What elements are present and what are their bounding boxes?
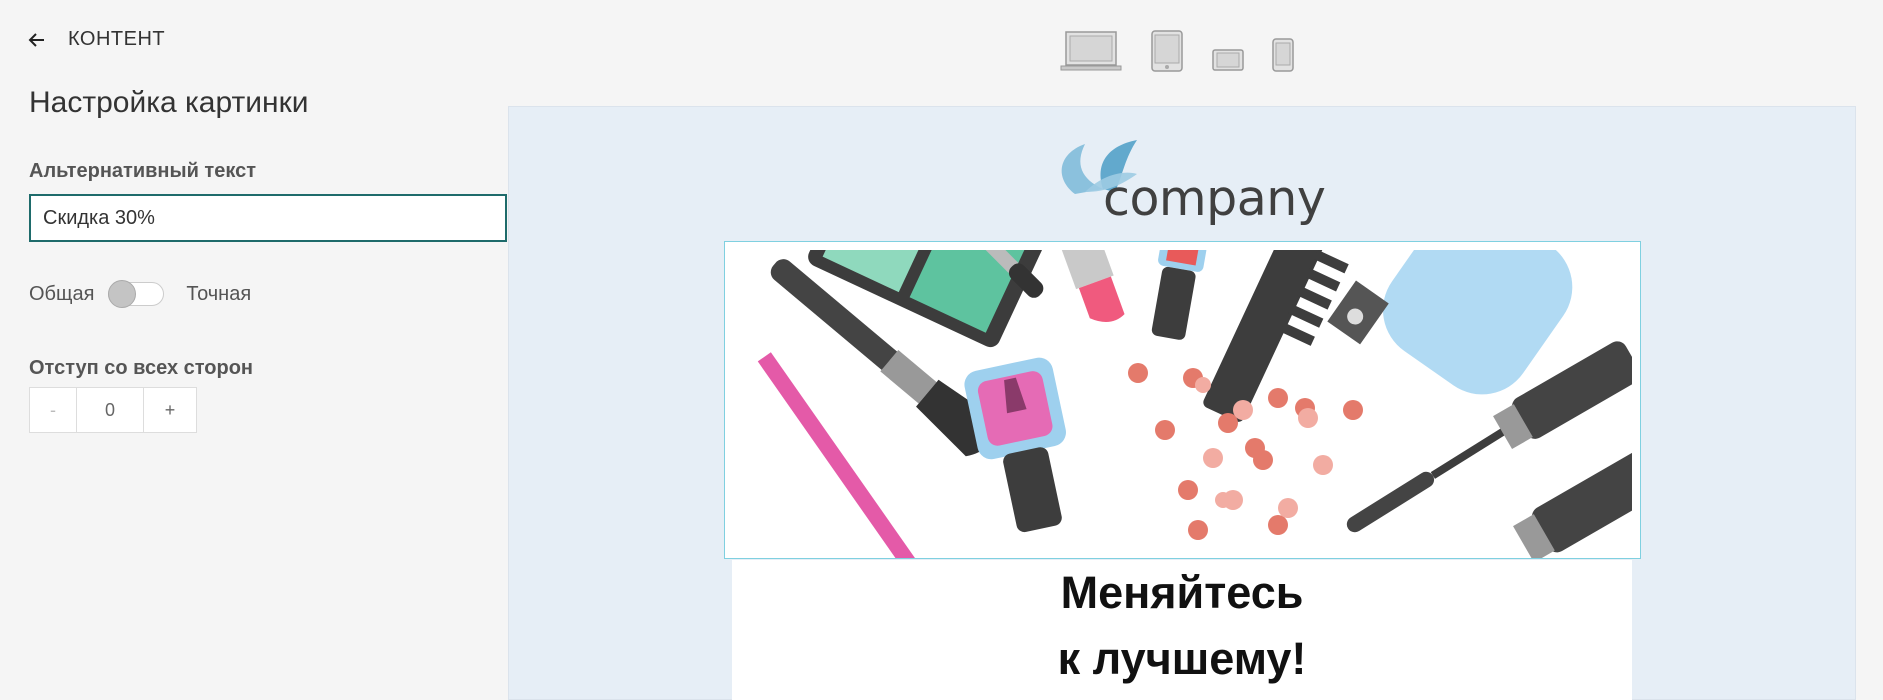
decrement-button[interactable]: - [30,388,77,432]
alt-text-input[interactable] [29,194,507,242]
alt-text-label: Альтернативный текст [29,160,257,182]
tablet-landscape-icon[interactable] [1212,48,1244,77]
toggle-label-general: Общая [29,282,95,305]
increment-button[interactable]: + [144,388,196,432]
padding-label: Отступ со всех сторон [29,357,254,379]
back-label: КОНТЕНТ [68,28,166,50]
tablet-icon[interactable] [1150,30,1184,77]
email-headline: Меняйтесь к лучшему! [732,560,1632,692]
arrow-left-icon [28,32,44,47]
phone-icon[interactable] [1272,38,1294,77]
padding-stepper: - 0 + [29,387,197,433]
padding-value[interactable]: 0 [77,388,144,432]
back-to-content-button[interactable]: КОНТЕНТ [28,28,165,51]
headline-line-1: Меняйтесь [1060,567,1304,618]
laptop-icon[interactable] [1060,30,1122,77]
settings-panel: КОНТЕНТ Настройка картинки Альтернативны… [0,0,507,700]
logo-text: company [1103,170,1326,227]
selected-image-block[interactable] [724,241,1641,559]
toggle-knob [108,280,137,308]
cosmetics-banner-image [733,250,1632,558]
panel-title: Настройка картинки [29,86,309,119]
device-switcher [1060,30,1322,77]
mode-toggle-row: Общая Точная [29,280,252,308]
cosmetics-illustration [757,250,1632,558]
headline-line-2: к лучшему! [1057,633,1307,684]
toggle-label-exact: Точная [186,282,252,305]
mode-toggle[interactable] [108,280,165,308]
